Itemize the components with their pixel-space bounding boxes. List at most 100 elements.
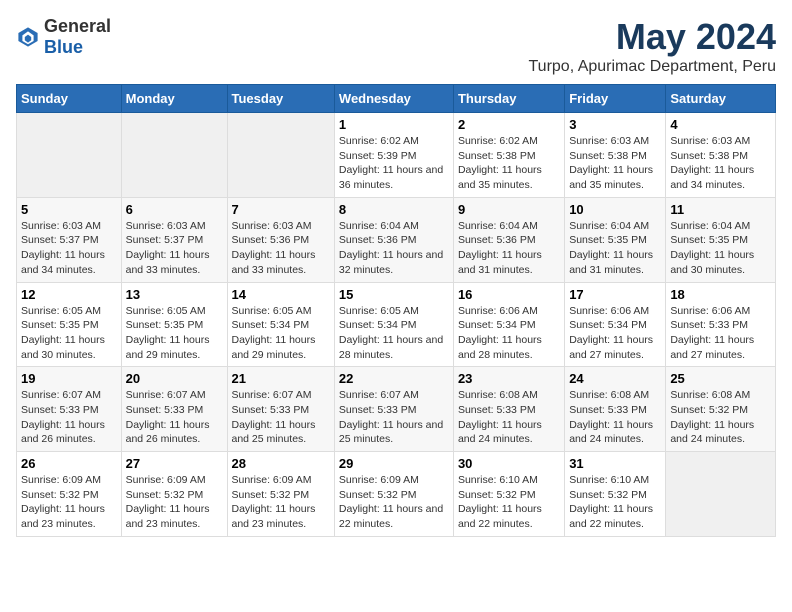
calendar-cell: 12Sunrise: 6:05 AM Sunset: 5:35 PM Dayli… bbox=[17, 282, 122, 367]
day-info: Sunrise: 6:05 AM Sunset: 5:34 PM Dayligh… bbox=[232, 304, 330, 363]
calendar-cell: 8 Sunrise: 6:04 AM Sunset: 5:36 PM Daylig… bbox=[334, 197, 453, 282]
day-header-saturday: Saturday bbox=[666, 85, 776, 113]
calendar-cell: 1Sunrise: 6:02 AM Sunset: 5:39 PM Daylig… bbox=[334, 113, 453, 198]
day-info: Sunrise: 6:07 AM Sunset: 5:33 PM Dayligh… bbox=[126, 388, 223, 447]
day-info: Sunrise: 6:10 AM Sunset: 5:32 PM Dayligh… bbox=[458, 473, 560, 532]
week-row-3: 12Sunrise: 6:05 AM Sunset: 5:35 PM Dayli… bbox=[17, 282, 776, 367]
day-number: 27 bbox=[126, 456, 223, 471]
day-number: 22 bbox=[339, 371, 449, 386]
day-info: Sunrise: 6:05 AM Sunset: 5:35 PM Dayligh… bbox=[126, 304, 223, 363]
calendar-cell: 3Sunrise: 6:03 AM Sunset: 5:38 PM Daylig… bbox=[565, 113, 666, 198]
day-number: 11 bbox=[670, 202, 771, 217]
logo-blue: Blue bbox=[44, 37, 83, 57]
calendar-cell: 29 Sunrise: 6:09 AM Sunset: 5:32 PM Dayli… bbox=[334, 452, 453, 537]
logo: General Blue bbox=[16, 16, 111, 58]
day-number: 17 bbox=[569, 287, 661, 302]
day-info: Sunrise: 6:03 AM Sunset: 5:37 PM Dayligh… bbox=[21, 219, 117, 278]
day-info: Sunrise: 6:09 AM Sunset: 5:32 PM Dayligh… bbox=[21, 473, 117, 532]
header: General Blue May 2024 Turpo, Apurimac De… bbox=[16, 16, 776, 76]
day-info: Sunrise: 6:08 AM Sunset: 5:33 PM Dayligh… bbox=[569, 388, 661, 447]
day-number: 4 bbox=[670, 117, 771, 132]
day-info: Sunrise: 6:04 AM Sunset: 5:35 PM Dayligh… bbox=[670, 219, 771, 278]
day-number: 7 bbox=[232, 202, 330, 217]
calendar-table: SundayMondayTuesdayWednesdayThursdayFrid… bbox=[16, 84, 776, 537]
day-header-wednesday: Wednesday bbox=[334, 85, 453, 113]
day-number: 8 bbox=[339, 202, 449, 217]
calendar-cell: 6Sunrise: 6:03 AM Sunset: 5:37 PM Daylig… bbox=[121, 197, 227, 282]
calendar-cell: 21 Sunrise: 6:07 AM Sunset: 5:33 PM Dayli… bbox=[227, 367, 334, 452]
calendar-cell: 20 Sunrise: 6:07 AM Sunset: 5:33 PM Dayli… bbox=[121, 367, 227, 452]
week-row-4: 19 Sunrise: 6:07 AM Sunset: 5:33 PM Dayli… bbox=[17, 367, 776, 452]
day-info: Sunrise: 6:06 AM Sunset: 5:34 PM Dayligh… bbox=[458, 304, 560, 363]
day-info: Sunrise: 6:05 AM Sunset: 5:34 PM Dayligh… bbox=[339, 304, 449, 363]
day-info: Sunrise: 6:07 AM Sunset: 5:33 PM Dayligh… bbox=[21, 388, 117, 447]
day-number: 19 bbox=[21, 371, 117, 386]
day-info: Sunrise: 6:03 AM Sunset: 5:38 PM Dayligh… bbox=[670, 134, 771, 193]
calendar-cell: 5 Sunrise: 6:03 AM Sunset: 5:37 PM Daylig… bbox=[17, 197, 122, 282]
calendar-cell bbox=[121, 113, 227, 198]
calendar-cell: 4 Sunrise: 6:03 AM Sunset: 5:38 PM Daylig… bbox=[666, 113, 776, 198]
day-info: Sunrise: 6:03 AM Sunset: 5:38 PM Dayligh… bbox=[569, 134, 661, 193]
calendar-cell: 22 Sunrise: 6:07 AM Sunset: 5:33 PM Dayli… bbox=[334, 367, 453, 452]
calendar-cell: 26 Sunrise: 6:09 AM Sunset: 5:32 PM Dayli… bbox=[17, 452, 122, 537]
calendar-cell: 19 Sunrise: 6:07 AM Sunset: 5:33 PM Dayli… bbox=[17, 367, 122, 452]
calendar-cell: 18Sunrise: 6:06 AM Sunset: 5:33 PM Dayli… bbox=[666, 282, 776, 367]
day-number: 2 bbox=[458, 117, 560, 132]
day-number: 25 bbox=[670, 371, 771, 386]
day-header-sunday: Sunday bbox=[17, 85, 122, 113]
day-info: Sunrise: 6:07 AM Sunset: 5:33 PM Dayligh… bbox=[232, 388, 330, 447]
day-number: 26 bbox=[21, 456, 117, 471]
day-info: Sunrise: 6:09 AM Sunset: 5:32 PM Dayligh… bbox=[339, 473, 449, 532]
calendar-cell: 16 Sunrise: 6:06 AM Sunset: 5:34 PM Dayli… bbox=[453, 282, 564, 367]
day-info: Sunrise: 6:09 AM Sunset: 5:32 PM Dayligh… bbox=[232, 473, 330, 532]
day-number: 14 bbox=[232, 287, 330, 302]
day-info: Sunrise: 6:02 AM Sunset: 5:39 PM Dayligh… bbox=[339, 134, 449, 193]
day-info: Sunrise: 6:05 AM Sunset: 5:35 PM Dayligh… bbox=[21, 304, 117, 363]
day-info: Sunrise: 6:08 AM Sunset: 5:33 PM Dayligh… bbox=[458, 388, 560, 447]
day-number: 31 bbox=[569, 456, 661, 471]
day-info: Sunrise: 6:10 AM Sunset: 5:32 PM Dayligh… bbox=[569, 473, 661, 532]
day-header-tuesday: Tuesday bbox=[227, 85, 334, 113]
day-number: 5 bbox=[21, 202, 117, 217]
subtitle: Turpo, Apurimac Department, Peru bbox=[528, 58, 776, 76]
day-number: 23 bbox=[458, 371, 560, 386]
day-info: Sunrise: 6:06 AM Sunset: 5:34 PM Dayligh… bbox=[569, 304, 661, 363]
day-number: 10 bbox=[569, 202, 661, 217]
day-number: 28 bbox=[232, 456, 330, 471]
calendar-cell bbox=[227, 113, 334, 198]
day-info: Sunrise: 6:03 AM Sunset: 5:37 PM Dayligh… bbox=[126, 219, 223, 278]
day-header-friday: Friday bbox=[565, 85, 666, 113]
day-number: 9 bbox=[458, 202, 560, 217]
day-header-thursday: Thursday bbox=[453, 85, 564, 113]
day-number: 24 bbox=[569, 371, 661, 386]
day-number: 16 bbox=[458, 287, 560, 302]
day-number: 18 bbox=[670, 287, 771, 302]
day-info: Sunrise: 6:02 AM Sunset: 5:38 PM Dayligh… bbox=[458, 134, 560, 193]
calendar-cell: 17 Sunrise: 6:06 AM Sunset: 5:34 PM Dayli… bbox=[565, 282, 666, 367]
calendar-cell: 31 Sunrise: 6:10 AM Sunset: 5:32 PM Dayli… bbox=[565, 452, 666, 537]
day-number: 20 bbox=[126, 371, 223, 386]
calendar-cell: 9Sunrise: 6:04 AM Sunset: 5:36 PM Daylig… bbox=[453, 197, 564, 282]
calendar-cell: 13 Sunrise: 6:05 AM Sunset: 5:35 PM Dayli… bbox=[121, 282, 227, 367]
day-info: Sunrise: 6:07 AM Sunset: 5:33 PM Dayligh… bbox=[339, 388, 449, 447]
day-number: 13 bbox=[126, 287, 223, 302]
day-info: Sunrise: 6:09 AM Sunset: 5:32 PM Dayligh… bbox=[126, 473, 223, 532]
calendar-cell: 15Sunrise: 6:05 AM Sunset: 5:34 PM Dayli… bbox=[334, 282, 453, 367]
calendar-cell: 7Sunrise: 6:03 AM Sunset: 5:36 PM Daylig… bbox=[227, 197, 334, 282]
logo-icon bbox=[16, 25, 40, 49]
calendar-cell bbox=[17, 113, 122, 198]
day-number: 29 bbox=[339, 456, 449, 471]
day-number: 30 bbox=[458, 456, 560, 471]
calendar-cell: 30 Sunrise: 6:10 AM Sunset: 5:32 PM Dayli… bbox=[453, 452, 564, 537]
calendar-cell: 10Sunrise: 6:04 AM Sunset: 5:35 PM Dayli… bbox=[565, 197, 666, 282]
calendar-cell: 23 Sunrise: 6:08 AM Sunset: 5:33 PM Dayli… bbox=[453, 367, 564, 452]
main-title: May 2024 bbox=[528, 16, 776, 58]
calendar-cell: 14 Sunrise: 6:05 AM Sunset: 5:34 PM Dayli… bbox=[227, 282, 334, 367]
day-info: Sunrise: 6:04 AM Sunset: 5:36 PM Dayligh… bbox=[339, 219, 449, 278]
week-row-2: 5 Sunrise: 6:03 AM Sunset: 5:37 PM Daylig… bbox=[17, 197, 776, 282]
calendar-cell bbox=[666, 452, 776, 537]
week-row-1: 1Sunrise: 6:02 AM Sunset: 5:39 PM Daylig… bbox=[17, 113, 776, 198]
calendar-cell: 2 Sunrise: 6:02 AM Sunset: 5:38 PM Daylig… bbox=[453, 113, 564, 198]
day-number: 21 bbox=[232, 371, 330, 386]
title-area: May 2024 Turpo, Apurimac Department, Per… bbox=[528, 16, 776, 76]
